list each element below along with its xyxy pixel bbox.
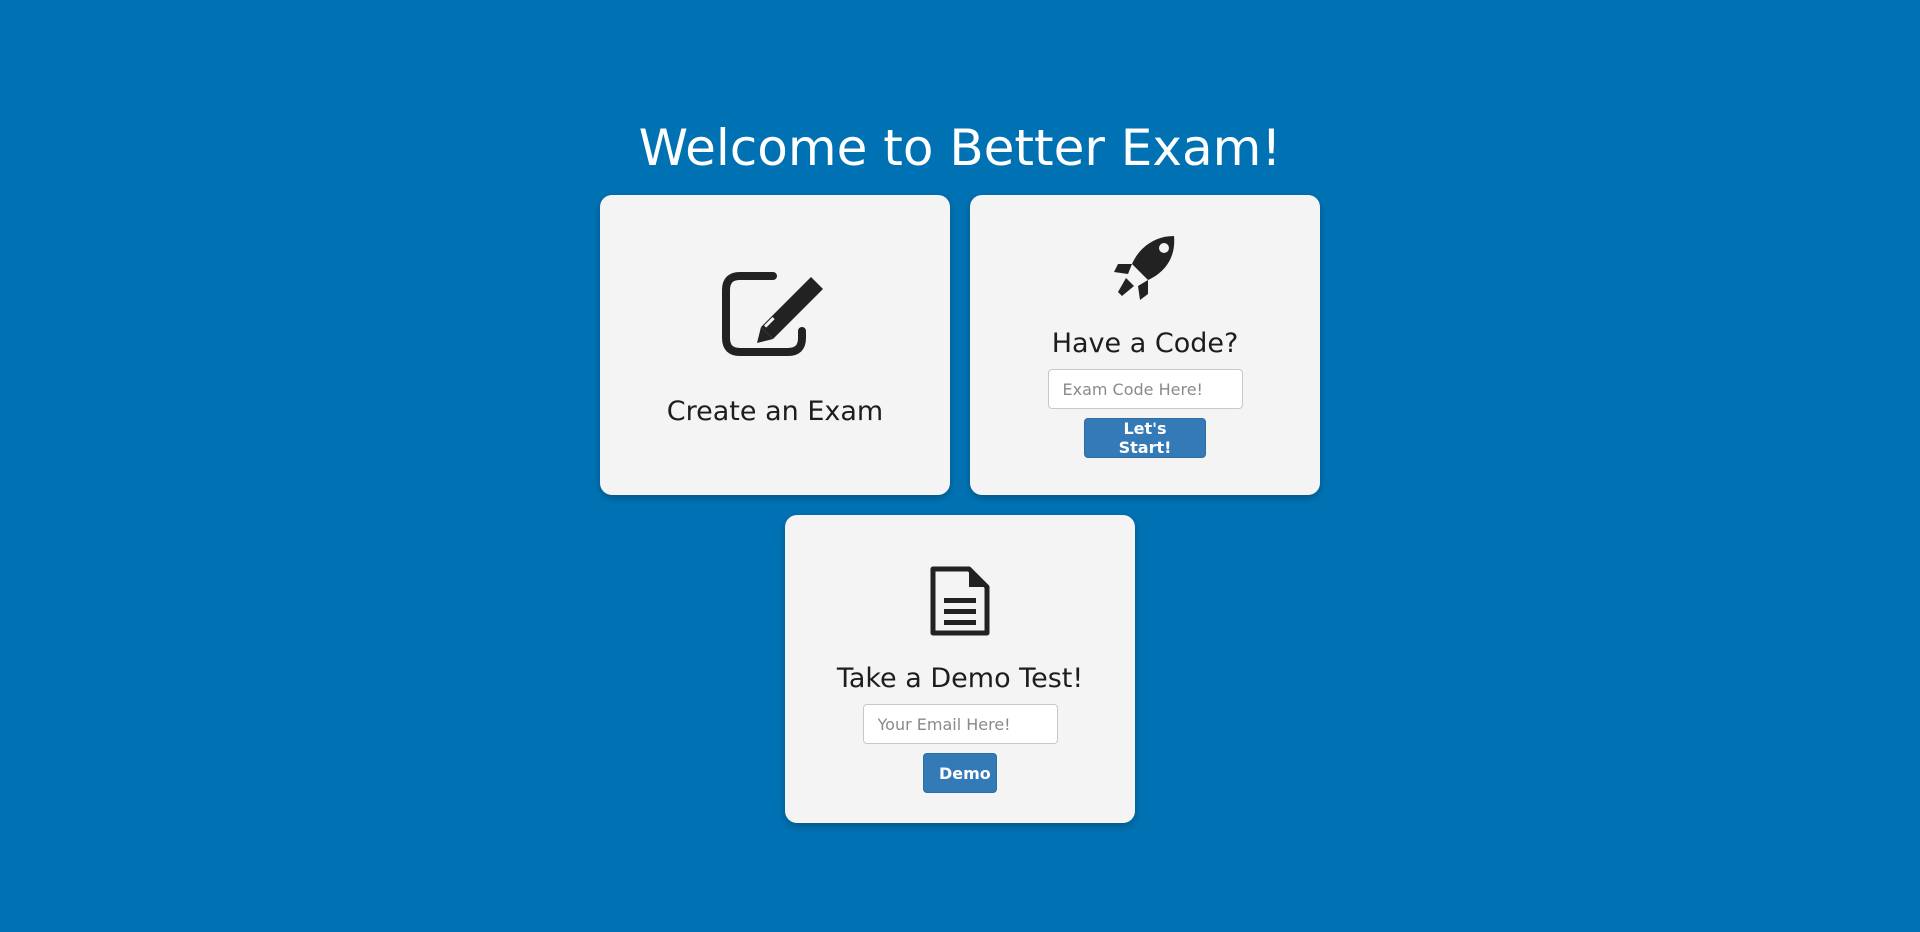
create-exam-card[interactable]: Create an Exam [600, 195, 950, 495]
rocket-icon [1112, 234, 1178, 302]
demo-button[interactable]: Demo [923, 753, 997, 793]
exam-code-title: Have a Code? [1051, 328, 1239, 359]
lets-start-button[interactable]: Let's Start! [1084, 418, 1206, 458]
demo-test-title: Take a Demo Test! [836, 663, 1084, 694]
edit-icon [721, 271, 829, 357]
exam-code-card: Have a Code? Let's Start! [970, 195, 1320, 495]
exam-code-input[interactable] [1047, 369, 1243, 409]
page-title: Welcome to Better Exam! [638, 119, 1282, 177]
demo-test-card: Take a Demo Test! Demo [785, 515, 1135, 823]
create-exam-title: Create an Exam [666, 396, 884, 427]
document-icon [929, 565, 991, 637]
email-input[interactable] [862, 704, 1058, 744]
